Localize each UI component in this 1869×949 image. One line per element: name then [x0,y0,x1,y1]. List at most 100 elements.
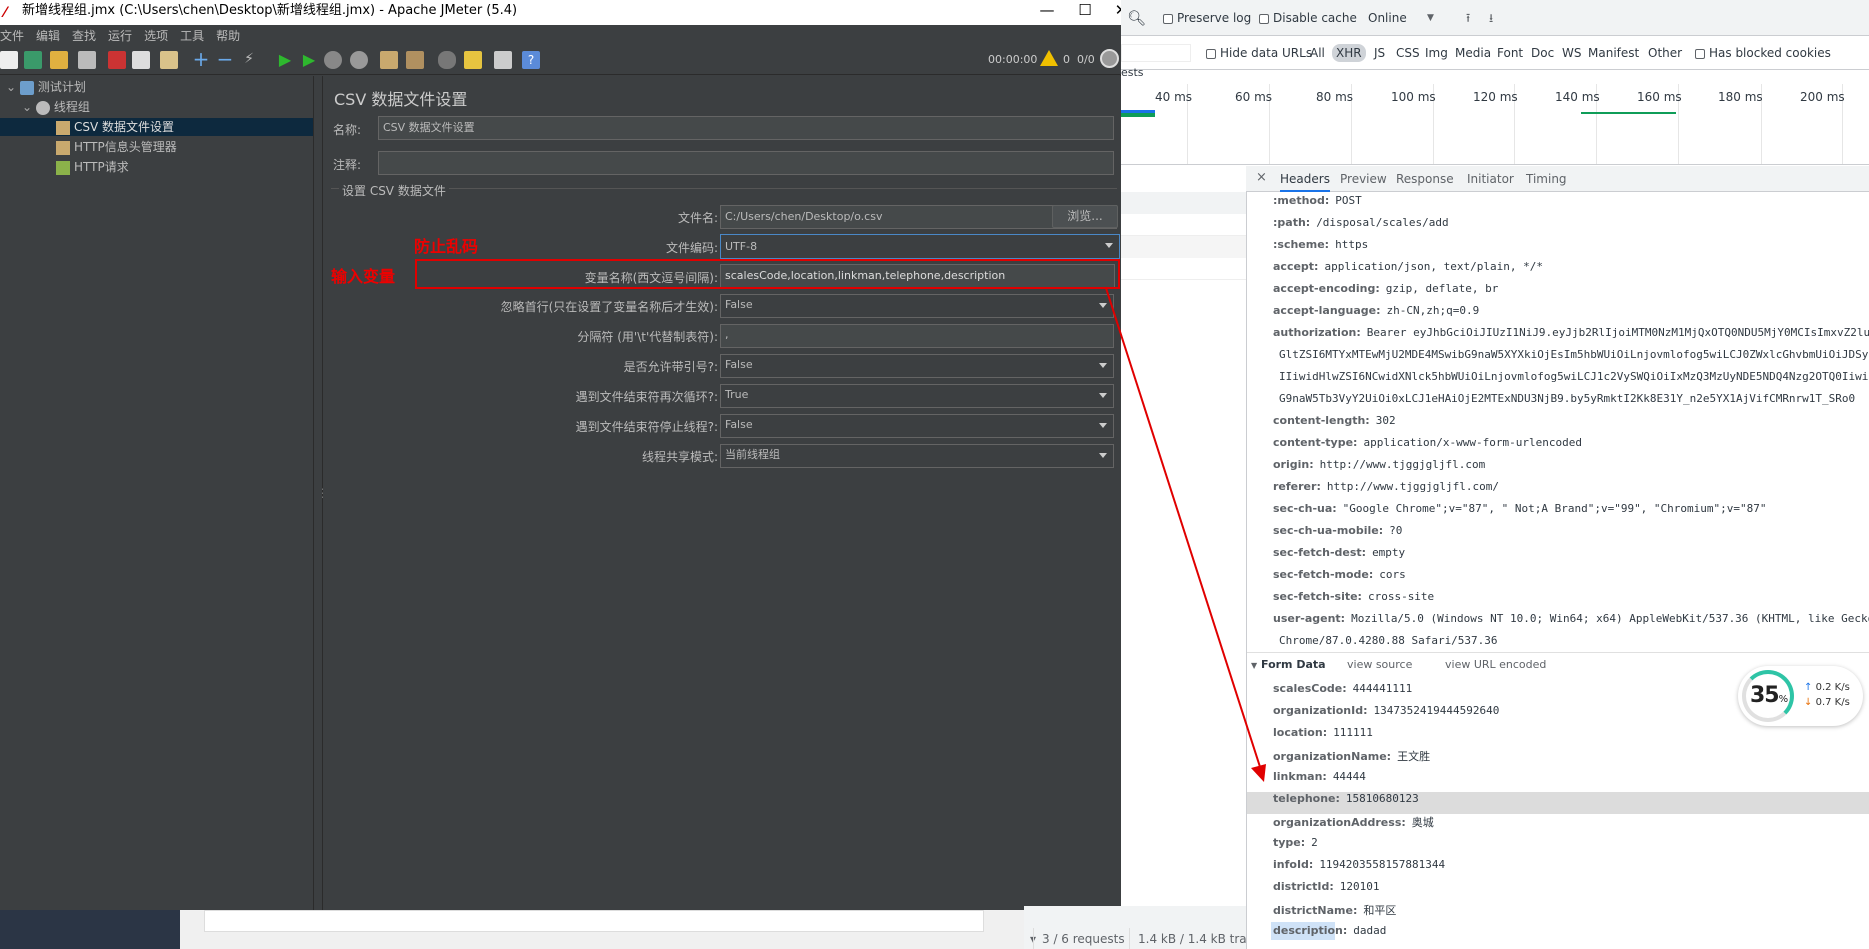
tree-item-test-plan[interactable]: ⌄ 测试计划 [6,78,86,96]
blocked-cookies-checkbox[interactable]: Has blocked cookies [1695,36,1831,70]
tick-label: 200 ms [1800,90,1845,104]
close-details-icon[interactable]: × [1256,170,1267,185]
clear-all-icon[interactable] [406,51,424,69]
sharing-mode-select[interactable]: 当前线程组 [720,444,1114,468]
view-source-link[interactable]: view source [1347,658,1412,671]
tab-headers[interactable]: Headers [1280,172,1330,192]
form-data-row: organizationName: 王文胜 [1273,748,1430,764]
disable-cache-checkbox[interactable]: Disable cache [1259,0,1357,36]
preserve-log-checkbox[interactable]: Preserve log [1163,0,1251,36]
menu-run[interactable]: 运行 [108,29,132,43]
new-icon[interactable] [0,51,18,69]
form-key: organizationName: [1273,750,1392,763]
view-url-encoded-link[interactable]: view URL encoded [1445,658,1546,671]
request-row[interactable] [1121,258,1246,280]
header-row: user-agent: Mozilla/5.0 (Windows NT 10.0;… [1273,612,1869,625]
splitter[interactable]: ⋮ [314,76,329,910]
filter-media[interactable]: Media [1455,36,1491,70]
requests-label: ests [1121,66,1144,79]
filter-js[interactable]: JS [1374,36,1385,70]
filter-ws[interactable]: WS [1562,36,1581,70]
tab-preview[interactable]: Preview [1340,172,1387,186]
tab-response[interactable]: Response [1396,172,1454,186]
start-no-pause-icon[interactable]: ▶ [300,51,318,69]
browse-button[interactable]: 浏览... [1052,205,1118,228]
tree-item-http-request[interactable]: HTTP请求 [56,158,129,176]
chevron-down-icon: ▼ [1427,13,1434,23]
filter-img[interactable]: Img [1425,36,1448,70]
name-input[interactable]: CSV 数据文件设置 [378,116,1114,140]
throttling-select[interactable]: Online [1368,0,1407,36]
filter-all[interactable]: All [1310,36,1325,70]
menu-file[interactable]: 文件 [0,29,24,43]
filter-doc[interactable]: Doc [1531,36,1554,70]
filter-input[interactable] [1121,44,1191,62]
clear-icon[interactable] [380,51,398,69]
ignore-first-line-select[interactable]: False [720,294,1114,318]
filter-other[interactable]: Other [1648,36,1682,70]
tab-initiator[interactable]: Initiator [1467,172,1514,186]
remote-status-icon[interactable] [1100,49,1119,68]
form-data-row: telephone: 15810680123 [1273,792,1419,805]
header-value: Chrome/87.0.4280.88 Safari/537.36 [1279,634,1498,647]
hide-data-urls-checkbox[interactable]: Hide data URLs [1206,36,1312,70]
start-icon[interactable]: ▶ [276,51,294,69]
annotation-variables: 输入变量 [331,267,396,286]
comment-input[interactable] [378,151,1114,175]
varnames-highlight-box [415,259,1120,289]
tick-label: 80 ms [1316,90,1354,104]
menu-tools[interactable]: 工具 [180,29,204,43]
filter-css[interactable]: CSS [1396,36,1420,70]
form-key: scalesCode: [1273,682,1347,695]
menu-options[interactable]: 选项 [144,29,168,43]
header-row: accept: application/json, text/plain, */* [1273,260,1543,273]
help-icon[interactable]: ? [522,51,540,69]
warning-icon[interactable] [1040,50,1058,66]
function-helper-icon[interactable] [494,51,512,69]
save-icon[interactable] [78,51,96,69]
export-icon[interactable]: ⭳ [1489,0,1493,36]
toggle-icon[interactable]: ⚡ [240,51,258,69]
templates-icon[interactable] [24,51,42,69]
tree-item-thread-group[interactable]: ⌄ 线程组 [22,98,90,116]
menu-edit[interactable]: 编辑 [36,29,60,43]
request-row[interactable] [1121,214,1246,236]
shutdown-icon[interactable] [350,51,368,69]
open-icon[interactable] [50,51,68,69]
request-row-selected[interactable] [1121,192,1246,214]
copy-icon[interactable] [132,51,150,69]
quoted-select[interactable]: False [720,354,1114,378]
tree-item-csv-data-set[interactable]: CSV 数据文件设置 [0,118,313,136]
form-data-row: organizationId: 1347352419444592640 [1273,704,1499,717]
menu-search[interactable]: 查找 [72,29,96,43]
network-speed-widget[interactable]: 35% ↑ 0.2 K/s ↓ 0.7 K/s [1738,666,1863,726]
reset-search-icon[interactable] [464,51,482,69]
filter-manifest[interactable]: Manifest [1588,36,1639,70]
stop-thread-select[interactable]: False [720,414,1114,438]
search-icon[interactable]: 🔍︎ [1127,0,1146,36]
filter-xhr[interactable]: XHR [1332,44,1366,62]
search-icon[interactable] [438,51,456,69]
menu-help[interactable]: 帮助 [216,29,240,43]
group-divider [331,188,1117,189]
stop-icon[interactable] [324,51,342,69]
import-icon[interactable]: ⭱ [1466,0,1470,36]
expand-icon[interactable]: + [192,49,210,69]
tick-label: 60 ms [1235,90,1273,104]
tree-item-header-manager[interactable]: HTTP信息头管理器 [56,138,177,156]
collapse-icon[interactable]: − [216,49,234,69]
delimiter-input[interactable]: , [720,324,1114,348]
timeline-overview[interactable]: 40 ms 60 ms 80 ms 100 ms 120 ms 140 ms 1… [1121,84,1869,165]
encoding-select[interactable]: UTF-8 [720,234,1120,259]
filter-font[interactable]: Font [1497,36,1523,70]
scissors-icon [56,140,70,155]
paste-icon[interactable] [160,51,178,69]
request-row[interactable] [1121,236,1246,258]
form-data-header[interactable]: ▼ Form Data [1251,658,1326,671]
cut-icon[interactable] [108,51,126,69]
recycle-select[interactable]: True [720,384,1114,408]
tab-timing[interactable]: Timing [1526,172,1567,186]
tick-label: 160 ms [1637,90,1682,104]
header-value: cors [1379,568,1406,581]
close-button[interactable]: ✕ [1098,0,1121,22]
